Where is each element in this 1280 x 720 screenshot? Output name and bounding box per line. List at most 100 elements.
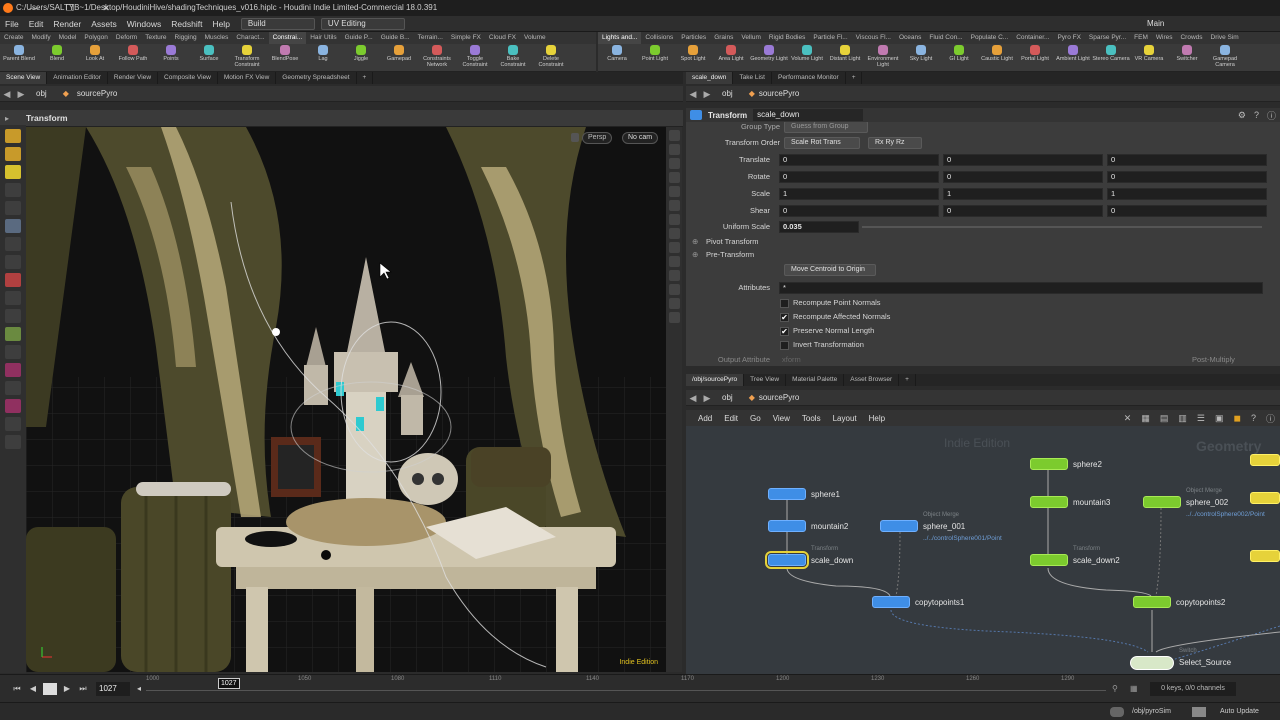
scene-viewport[interactable]: Persp No cam Indie Edition	[26, 127, 666, 672]
network-editor[interactable]: Indie Edition Geometry sphere1 mountain2…	[686, 426, 1280, 674]
handle-tool-icon[interactable]	[5, 219, 21, 233]
tab-tree-view[interactable]: Tree View	[744, 374, 787, 386]
magnet-tool-icon[interactable]	[5, 273, 21, 287]
right-tool-14[interactable]: VR Camera	[1130, 44, 1168, 71]
display-options-icon[interactable]	[668, 186, 680, 197]
net-menu-view[interactable]: View	[767, 414, 796, 423]
right-tool-16[interactable]: Gamepad Camera	[1206, 44, 1244, 71]
right-tool-1[interactable]: Point Light	[636, 44, 674, 71]
shelf-tab[interactable]: FEM	[1130, 32, 1152, 44]
node-copytopoints1[interactable]: copytopoints1	[872, 596, 964, 608]
back-arrow-icon[interactable]: ◀	[0, 86, 14, 102]
render-tool-icon[interactable]	[5, 435, 21, 449]
param-field-x[interactable]: 0	[779, 154, 939, 166]
left-tool-7[interactable]: BlendPose	[266, 44, 304, 71]
attributes-field[interactable]: *	[779, 282, 1263, 294]
shelf-tab[interactable]: Guide P...	[341, 32, 377, 44]
key-icon[interactable]: ⚲	[1112, 684, 1124, 693]
right-tool-10[interactable]: Caustic Light	[978, 44, 1016, 71]
param-field-x[interactable]: 1	[779, 188, 939, 200]
path-sourcepyro[interactable]: sourcePyro	[757, 86, 807, 102]
node-select-source[interactable]: Switch Select_Source	[1130, 648, 1231, 670]
light-tool-icon[interactable]	[5, 309, 21, 323]
menu-file[interactable]: File	[0, 16, 24, 32]
uniform-scale-field[interactable]: 0.035	[779, 221, 859, 233]
shelf-tab[interactable]: Container...	[1012, 32, 1053, 44]
shelf-tab[interactable]: Rigging	[171, 32, 201, 44]
eye-tool-icon[interactable]	[5, 417, 21, 431]
shelf-tab[interactable]: Terrain...	[414, 32, 447, 44]
net-menu-go[interactable]: Go	[744, 414, 767, 423]
path-sourcepyro[interactable]: sourcePyro	[77, 86, 125, 102]
menu-redshift[interactable]: Redshift	[166, 16, 207, 32]
net-menu-help[interactable]: Help	[863, 414, 891, 423]
rotate-order-menu[interactable]: Rx Ry Rz	[868, 137, 922, 149]
camera-tool-icon[interactable]	[5, 291, 21, 305]
shelf-tab-active[interactable]: Constrai...	[268, 32, 307, 44]
add-tab-button[interactable]: +	[846, 72, 863, 84]
tab-geometry-spreadsheet[interactable]: Geometry Spreadsheet	[276, 72, 357, 84]
attach-tool-icon[interactable]	[5, 399, 21, 413]
group-type-menu[interactable]: Guess from Group	[784, 122, 868, 133]
help-icon[interactable]: ?	[1250, 110, 1263, 120]
paint-tool-icon[interactable]	[5, 345, 21, 359]
left-tool-9[interactable]: Jiggle	[342, 44, 380, 71]
sticky-icon[interactable]: ◼	[1228, 413, 1245, 424]
shelf-tab[interactable]: Charact...	[232, 32, 268, 44]
node-sphere2[interactable]: sphere2	[1030, 458, 1102, 470]
node-name-field[interactable]: scale_down	[753, 109, 864, 121]
pre-transform-row[interactable]: ⊕ Pre-Transform	[686, 248, 1280, 262]
normals-icon[interactable]	[668, 228, 680, 239]
point-numbers-icon[interactable]	[668, 270, 680, 281]
layout-icon[interactable]: ▥	[1173, 413, 1192, 424]
move-tool-icon[interactable]	[5, 147, 21, 161]
left-tool-8[interactable]: Lag	[304, 44, 342, 71]
stop-icon[interactable]	[43, 682, 57, 695]
help-icon[interactable]: ?	[1246, 413, 1261, 423]
left-tool-4[interactable]: Points	[152, 44, 190, 71]
shelf-tab[interactable]: Polygon	[80, 32, 112, 44]
tab-asset-browser[interactable]: Asset Browser	[844, 374, 900, 386]
right-tool-15[interactable]: Switcher	[1168, 44, 1206, 71]
pin-tool-icon[interactable]	[5, 363, 21, 377]
node-offscreen-1[interactable]	[1250, 454, 1280, 466]
shelf-tab[interactable]: Hair Utils	[306, 32, 340, 44]
play-back-icon[interactable]: ◀	[26, 684, 40, 693]
gear-icon[interactable]: ⚙	[1234, 110, 1250, 121]
move-centroid-button[interactable]: Move Centroid to Origin	[784, 264, 876, 276]
shading-icon[interactable]	[668, 144, 680, 155]
frame-field[interactable]: 1027	[96, 681, 130, 696]
points-icon[interactable]	[668, 214, 680, 225]
param-field-z[interactable]: 0	[1107, 154, 1267, 166]
ghost-icon[interactable]	[668, 172, 680, 183]
shelf-tab[interactable]: Lights and...	[598, 32, 642, 44]
left-tool-13[interactable]: Bake Constraint	[494, 44, 532, 71]
left-tool-3[interactable]: Follow Path	[114, 44, 152, 71]
path-sourcepyro[interactable]: sourcePyro	[757, 390, 807, 406]
left-tool-0[interactable]: Parent Blend	[0, 44, 38, 71]
shelf-tab[interactable]: Cloud FX	[485, 32, 520, 44]
shelf-tab[interactable]: Oceans	[895, 32, 925, 44]
list-icon[interactable]: ☰	[1192, 413, 1210, 424]
tab-composite-view[interactable]: Composite View	[158, 72, 218, 84]
node-sphere1[interactable]: sphere1	[768, 488, 840, 500]
timeline-ruler[interactable]: 1000 1050 1080 1110 1140 1170 1200 1230 …	[146, 676, 1106, 702]
tab-performance-monitor[interactable]: Performance Monitor	[772, 72, 846, 84]
checkbox[interactable]	[780, 299, 789, 308]
jump-end-icon[interactable]: ⏭	[76, 684, 90, 694]
right-tool-11[interactable]: Portal Light	[1016, 44, 1054, 71]
menu-help[interactable]: Help	[207, 16, 234, 32]
param-field-y[interactable]: 1	[943, 188, 1103, 200]
step-back-icon[interactable]: ◂	[134, 684, 144, 693]
tab-scene-view[interactable]: Scene View	[0, 72, 48, 84]
node-offscreen-3[interactable]	[1250, 550, 1280, 562]
left-tool-12[interactable]: Toggle Constraint	[456, 44, 494, 71]
shelf-tab[interactable]: Sparse Pyr...	[1085, 32, 1130, 44]
scope-icon[interactable]: ▦	[1130, 684, 1142, 693]
net-menu-tools[interactable]: Tools	[796, 414, 827, 423]
right-desktop-select[interactable]: Main	[1140, 17, 1230, 30]
forward-arrow-icon[interactable]: ▶	[700, 86, 714, 102]
menu-windows[interactable]: Windows	[122, 16, 166, 32]
rotate-tool-icon[interactable]	[5, 165, 21, 179]
measure-tool-icon[interactable]	[5, 381, 21, 395]
